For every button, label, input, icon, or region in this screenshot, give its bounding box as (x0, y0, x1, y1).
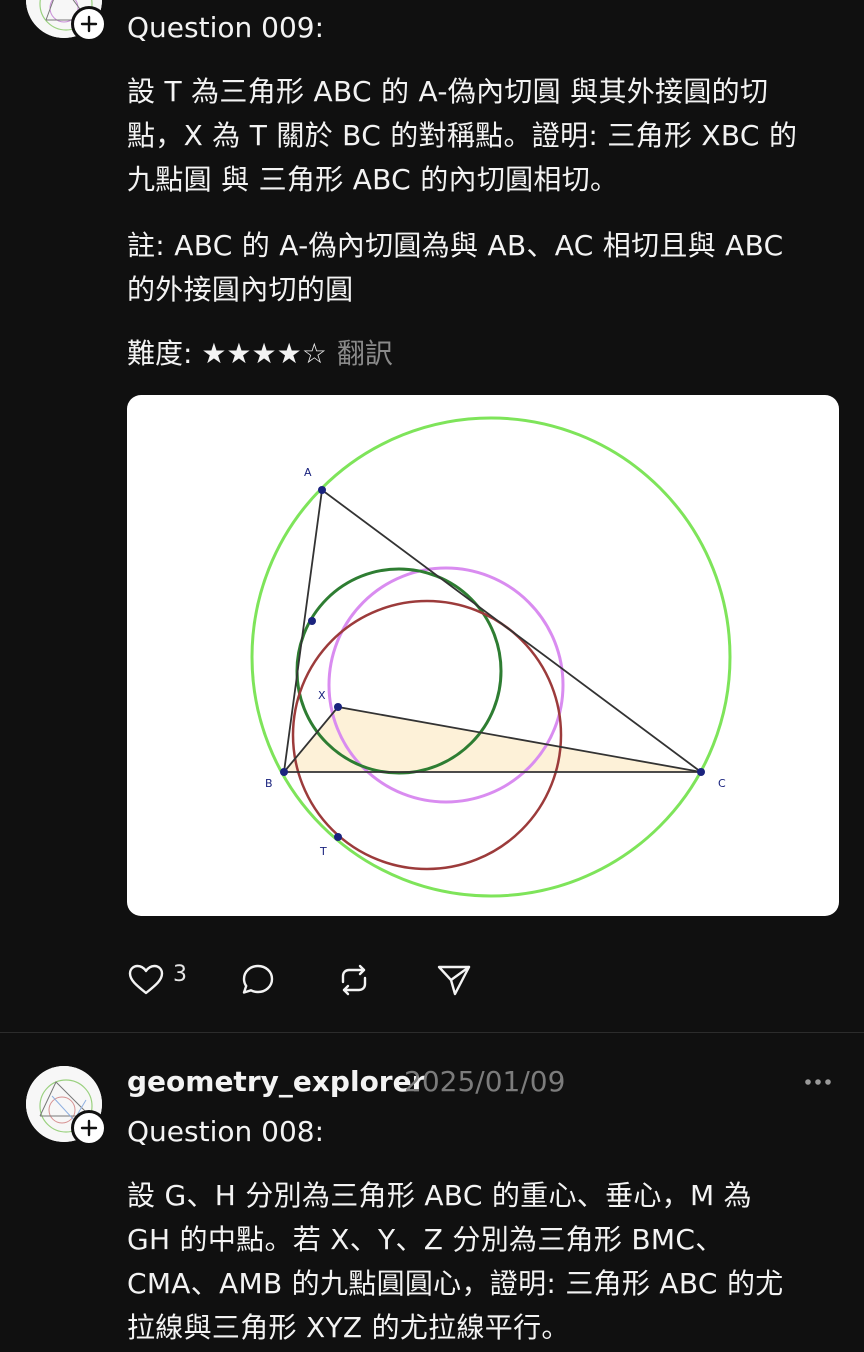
more-options-button[interactable] (800, 1064, 836, 1100)
label-t: T (319, 845, 327, 858)
label-c: C (718, 777, 726, 790)
translate-link[interactable]: 翻訳 (337, 337, 393, 370)
follow-button[interactable] (71, 6, 107, 42)
point-c (697, 768, 705, 776)
note-line: 註: ABC 的 A-偽內切圓為與 AB、AC 相切且與 ABC (127, 229, 784, 262)
plus-icon (80, 1119, 98, 1137)
body-line: 九點圓 與 三角形 ABC 的內切圓相切。 (127, 163, 619, 196)
body-line: GH 的中點。若 X、Y、Z 分別為三角形 BMC、 (127, 1223, 724, 1256)
username[interactable]: geometry_explorer (127, 1062, 425, 1102)
more-icon (805, 1079, 831, 1085)
label-a: A (304, 466, 312, 479)
repost-icon (341, 964, 367, 996)
share-button[interactable] (435, 956, 473, 1004)
body-line: 設 G、H 分別為三角形 ABC 的重心、垂心，M 為 (127, 1179, 752, 1212)
tangency-point (308, 617, 316, 625)
body-line: 點，X 為 T 關於 BC 的對稱點。證明: 三角形 XBC 的 (127, 119, 798, 152)
question-body: 設 T 為三角形 ABC 的 A-偽內切圓 與其外接圓的切 點，X 為 T 關於… (127, 70, 837, 202)
question-title: Question 008: (127, 1115, 325, 1148)
point-b (280, 768, 288, 776)
geometry-figure-image[interactable]: A B C X T (127, 395, 839, 916)
post-date: 2025/01/09 (404, 1065, 566, 1098)
geometry-diagram: A B C X T (250, 416, 732, 898)
comment-button[interactable] (239, 956, 277, 1004)
plus-icon (80, 15, 98, 33)
post-divider (0, 1032, 864, 1033)
difficulty-row: 難度: ★★★★☆ 翻訳 (127, 334, 393, 374)
point-x (334, 703, 342, 711)
heart-icon (128, 964, 164, 995)
like-count: 3 (173, 961, 187, 987)
difficulty-rating: 難度: ★★★★☆ (127, 337, 327, 370)
note-line: 的外接圓內切的圓 (127, 273, 354, 306)
comment-icon (242, 964, 274, 994)
question-note: 註: ABC 的 A-偽內切圓為與 AB、AC 相切且與 ABC 的外接圓內切的… (127, 224, 837, 312)
body-line: 拉線與三角形 XYZ 的尤拉線平行。 (127, 1311, 570, 1344)
triangle-xbc (284, 707, 701, 772)
question-title: Question 009: (127, 11, 325, 44)
question-body: 設 G、H 分別為三角形 ABC 的重心、垂心，M 為 GH 的中點。若 X、Y… (127, 1174, 837, 1350)
body-line: 設 T 為三角形 ABC 的 A-偽內切圓 與其外接圓的切 (127, 75, 769, 108)
point-a (318, 486, 326, 494)
label-b: B (265, 777, 273, 790)
point-t (334, 833, 342, 841)
like-button[interactable]: 3 (127, 956, 187, 1004)
repost-button[interactable] (335, 956, 373, 1004)
follow-button[interactable] (71, 1110, 107, 1146)
label-x: X (318, 689, 326, 702)
send-icon (437, 965, 471, 996)
body-line: CMA、AMB 的九點圓圓心，證明: 三角形 ABC 的尤 (127, 1267, 784, 1300)
